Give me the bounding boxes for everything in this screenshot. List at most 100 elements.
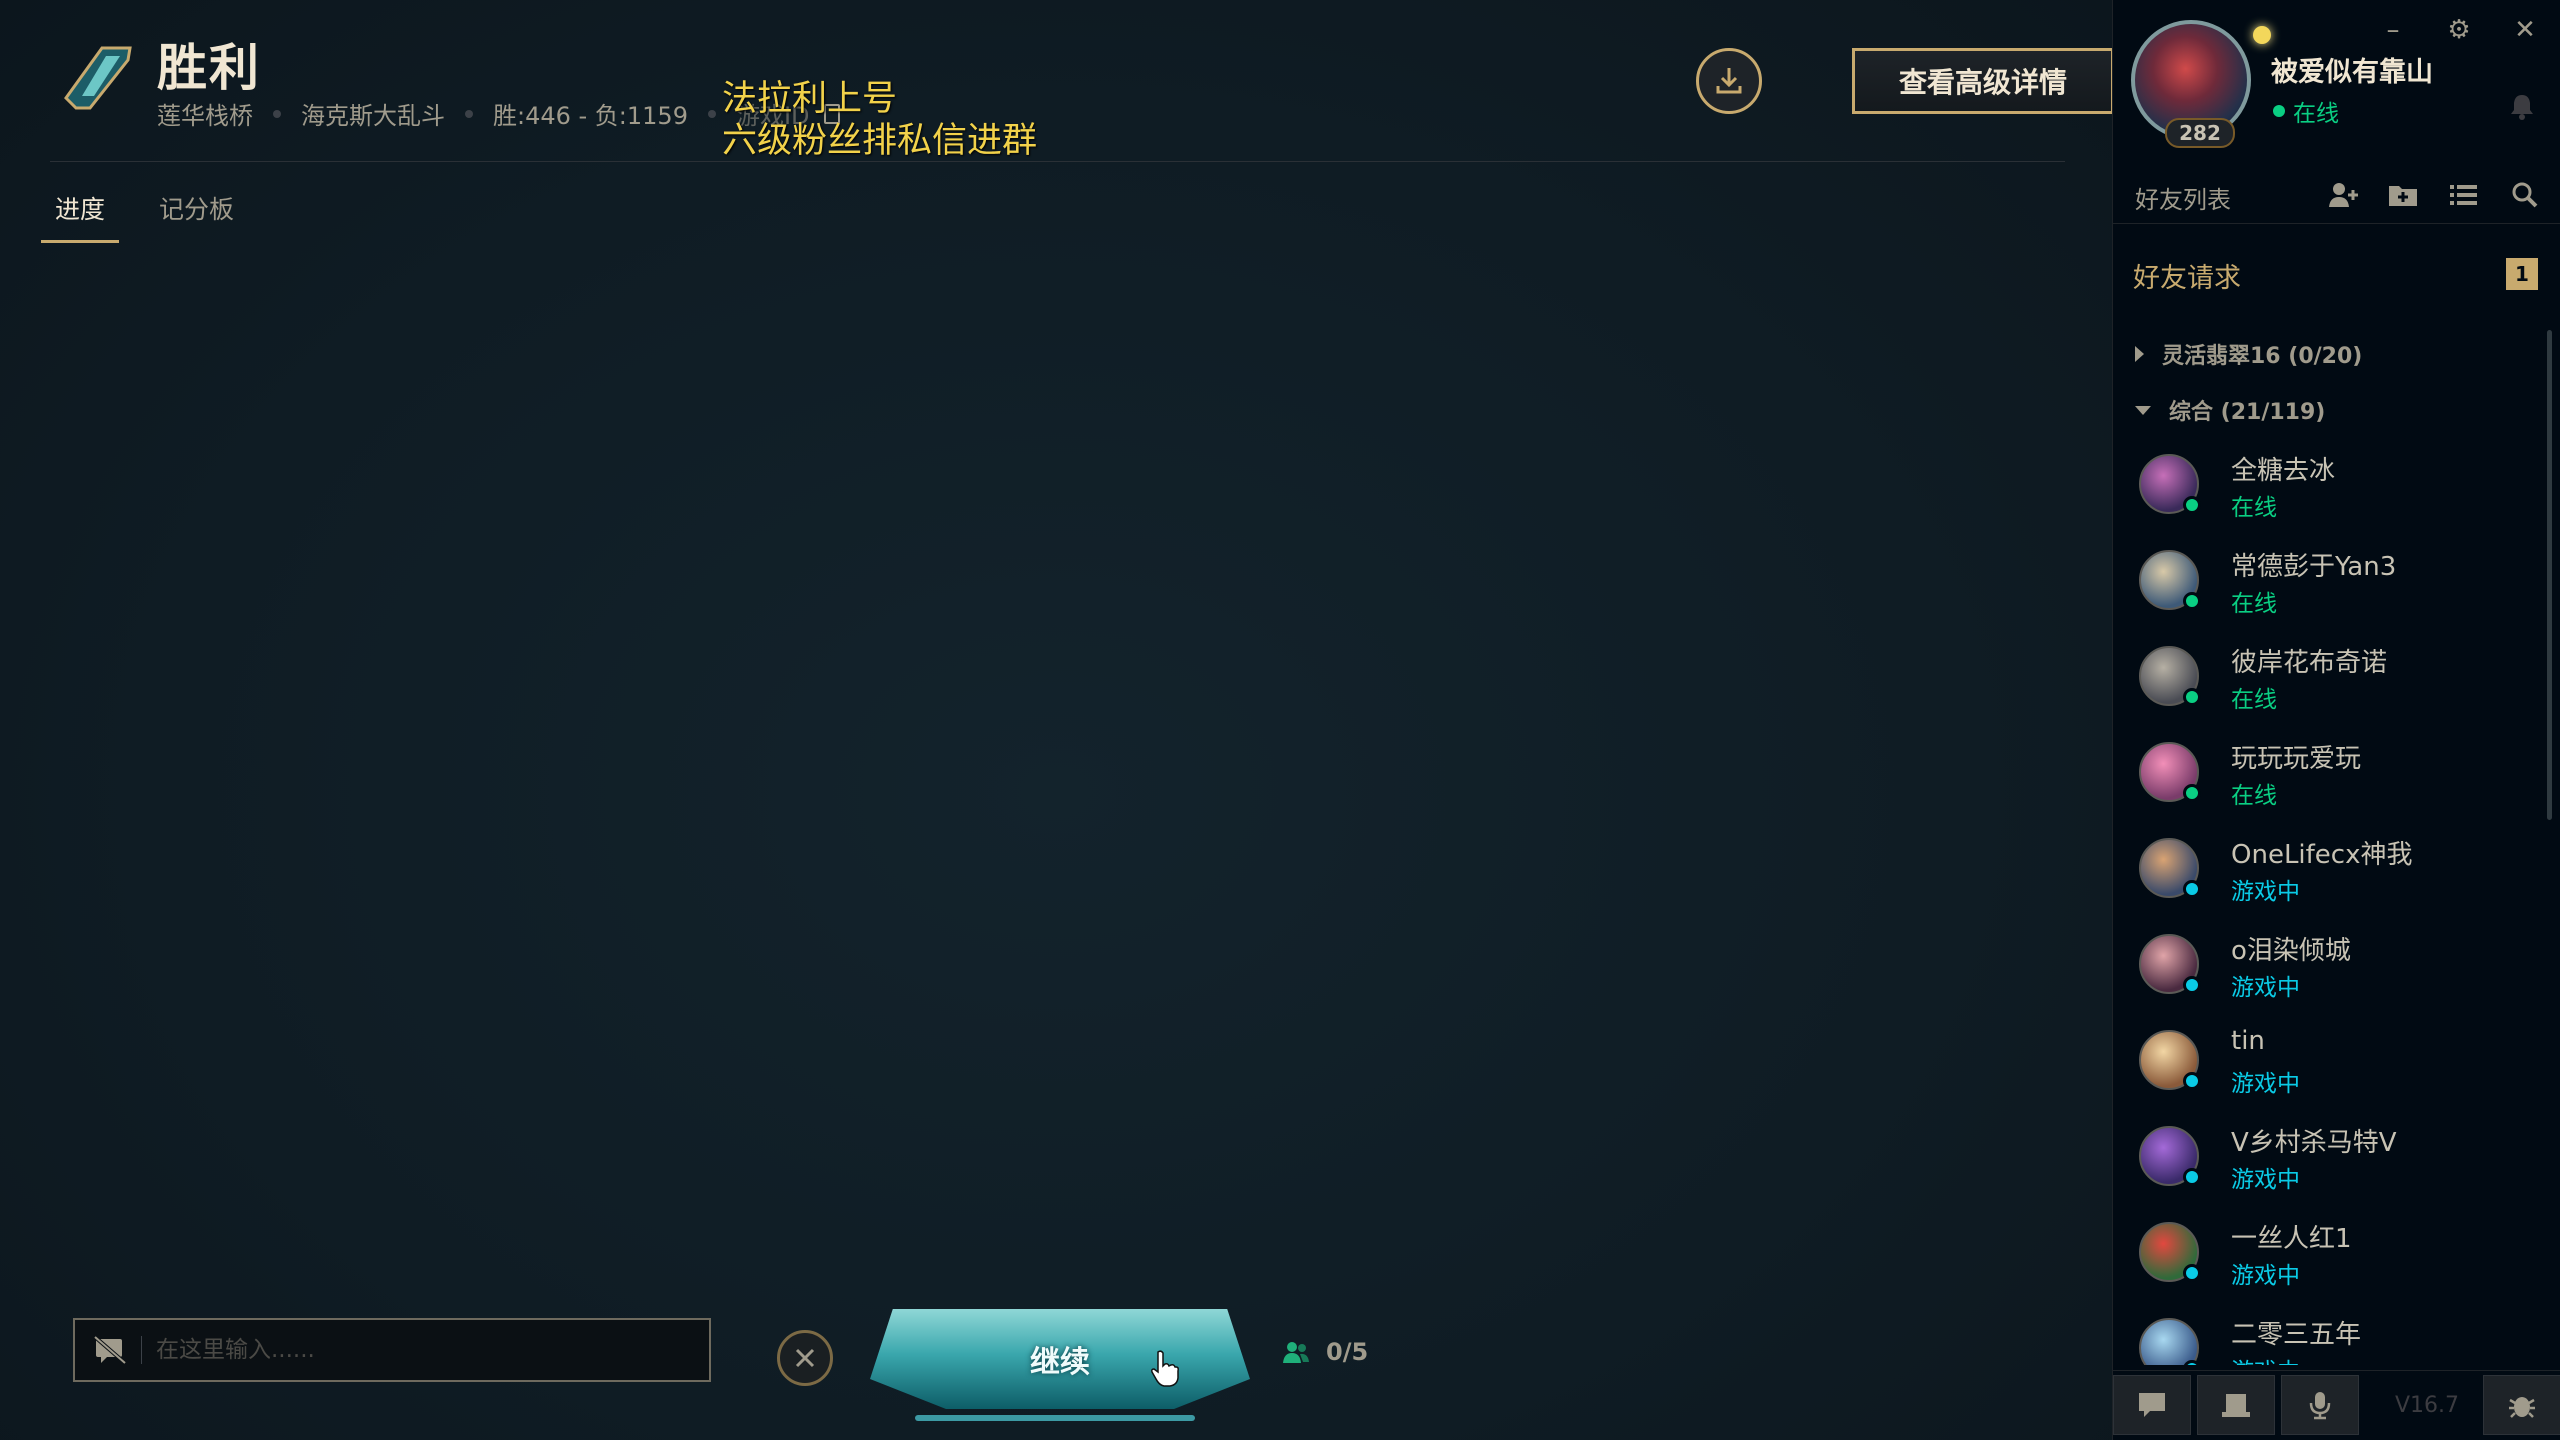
chat-button[interactable] <box>2113 1375 2191 1435</box>
advanced-details-button[interactable]: 查看高级详情 <box>1852 48 2114 114</box>
friend-status: 游戏中 <box>2231 1167 2300 1193</box>
separator-dot <box>707 109 716 118</box>
map-name: 莲华栈桥 <box>157 102 253 130</box>
friend-item[interactable]: OneLifecx神我 游戏中 <box>2127 824 2537 920</box>
friend-item[interactable]: V乡村杀马特V 游戏中 <box>2127 1112 2537 1208</box>
status-dot-icon <box>2183 496 2201 514</box>
friend-name: 常德彭于Yan3 <box>2231 552 2397 582</box>
friend-status: 游戏中 <box>2231 879 2300 905</box>
friend-status: 在线 <box>2231 783 2277 809</box>
friend-status: 游戏中 <box>2231 1263 2300 1289</box>
group-row-flex[interactable]: 灵活翡翠16 (0/20) <box>2135 338 2362 370</box>
friend-status: 游戏中 <box>2231 975 2300 1001</box>
friend-item[interactable]: o泪染倾城 游戏中 <box>2127 920 2537 1016</box>
gear-icon[interactable]: ⚙ <box>2443 14 2475 46</box>
friend-requests[interactable]: 好友请求 <box>2133 256 2241 295</box>
friend-name: 一丝人红1 <box>2231 1224 2352 1254</box>
group-label: 综合 (21/119) <box>2169 400 2326 425</box>
friend-status: 游戏中 <box>2231 1352 2300 1365</box>
group-row-general[interactable]: 综合 (21/119) <box>2135 394 2325 426</box>
profile-panel: 282 被爱似有靠山 在线 – ⚙ ✕ <box>2113 0 2560 165</box>
friend-status: 在线 <box>2231 495 2277 521</box>
voice-button[interactable] <box>2281 1375 2359 1435</box>
friend-name: 二零三五年 <box>2231 1320 2362 1350</box>
status-dot-icon <box>2183 976 2201 994</box>
profile-name: 被爱似有靠山 <box>2271 57 2433 88</box>
caret-down-icon <box>2135 405 2151 415</box>
friend-item[interactable]: 常德彭于Yan3 在线 <box>2127 536 2537 632</box>
close-icon <box>795 1348 815 1368</box>
social-sidebar: 282 被爱似有靠山 在线 – ⚙ ✕ 好友列表 好友请求 1 灵活翡翠16 (… <box>2112 0 2560 1440</box>
profile-status[interactable]: 在线 <box>2273 94 2339 128</box>
status-dot-icon <box>2183 784 2201 802</box>
caret-right-icon <box>2135 346 2144 362</box>
party-count-label: 0/5 <box>1326 1338 1369 1366</box>
friend-name: V乡村杀马特V <box>2231 1128 2397 1158</box>
avatar <box>2139 1318 2199 1365</box>
minimize-icon[interactable]: – <box>2377 14 2409 46</box>
friend-item[interactable]: tin 游戏中 <box>2127 1016 2537 1112</box>
chat-mute-icon[interactable] <box>93 1335 127 1365</box>
status-orb-icon <box>2253 26 2271 44</box>
friends-list-title: 好友列表 <box>2135 186 2231 214</box>
status-dot-icon <box>2183 880 2201 898</box>
continue-button[interactable]: 继续 <box>870 1309 1250 1409</box>
chat-bubble-icon <box>2139 1393 2165 1417</box>
bell-icon[interactable] <box>2509 92 2535 120</box>
group-label: 灵活翡翠16 (0/20) <box>2162 344 2363 369</box>
chat-input[interactable] <box>156 1337 656 1363</box>
separator-dot <box>465 109 473 118</box>
download-button[interactable] <box>1696 48 1762 114</box>
profile-status-label: 在线 <box>2293 101 2339 127</box>
friend-request-badge: 1 <box>2506 258 2538 290</box>
bug-icon <box>2509 1397 2535 1418</box>
friend-item[interactable]: 玩玩玩爱玩 在线 <box>2127 728 2537 824</box>
add-friend-icon[interactable] <box>2327 180 2359 210</box>
party-icon <box>1283 1342 1309 1363</box>
add-folder-icon[interactable] <box>2387 180 2419 210</box>
victory-crystal-icon <box>64 46 132 110</box>
tab-progress[interactable]: 进度 <box>41 190 120 243</box>
overlay-line-2: 六级粉丝排私信进群 <box>722 121 1038 161</box>
postgame-header: 胜利 莲华栈桥 海克斯大乱斗 胜:446 - 负:1159 游戏ID 查看高级详… <box>50 20 2114 162</box>
microphone-icon <box>2309 1392 2331 1420</box>
friend-list-scrollbar[interactable] <box>2547 330 2552 820</box>
mission-button[interactable] <box>2197 1375 2275 1435</box>
win-loss-record: 胜:446 - 负:1159 <box>493 102 688 130</box>
friend-item[interactable]: 全糖去冰 在线 <box>2127 440 2537 536</box>
status-dot-icon <box>2183 592 2201 610</box>
chat-separator <box>141 1336 142 1364</box>
continue-underline <box>915 1415 1195 1421</box>
sidebar-footer: V16.7 <box>2113 1370 2560 1440</box>
status-dot-icon <box>2183 1072 2201 1090</box>
close-window-icon[interactable]: ✕ <box>2509 14 2541 46</box>
friend-name: tin <box>2231 1026 2265 1056</box>
result-title: 胜利 <box>157 39 261 97</box>
report-bug-button[interactable] <box>2483 1375 2560 1435</box>
status-dot-icon <box>2183 1360 2201 1365</box>
friend-name: 全糖去冰 <box>2231 456 2336 486</box>
status-dot-icon <box>2183 1168 2201 1186</box>
friend-name: OneLifecx神我 <box>2231 840 2413 870</box>
tab-scoreboard[interactable]: 记分板 <box>159 190 234 243</box>
mouse-cursor-icon <box>1151 1350 1179 1387</box>
overlay-line-1: 法拉利上号 <box>722 79 898 119</box>
friend-item[interactable]: 二零三五年 游戏中 <box>2127 1304 2537 1365</box>
party-count: 0/5 <box>1282 1338 1368 1366</box>
status-dot-icon <box>2183 1264 2201 1282</box>
postgame-main: 胜利 莲华栈桥 海克斯大乱斗 胜:446 - 负:1159 游戏ID 查看高级详… <box>0 0 2114 1440</box>
friend-item[interactable]: 一丝人红1 游戏中 <box>2127 1208 2537 1304</box>
download-icon <box>1716 68 1742 94</box>
friend-item[interactable]: 彼岸花布奇诺 在线 <box>2127 632 2537 728</box>
friends-header: 好友列表 <box>2113 168 2560 224</box>
leave-button[interactable] <box>777 1330 833 1386</box>
chat-input-box <box>73 1318 711 1382</box>
friend-name: 玩玩玩爱玩 <box>2231 744 2362 774</box>
client-version: V16.7 <box>2395 1393 2460 1418</box>
friend-name: 彼岸花布奇诺 <box>2231 648 2388 678</box>
search-icon[interactable] <box>2509 180 2541 210</box>
continue-wrapper: 继续 <box>870 1305 1250 1425</box>
friend-name: o泪染倾城 <box>2231 936 2351 966</box>
window-controls: – ⚙ ✕ <box>2343 14 2541 46</box>
list-view-icon[interactable] <box>2447 180 2479 210</box>
